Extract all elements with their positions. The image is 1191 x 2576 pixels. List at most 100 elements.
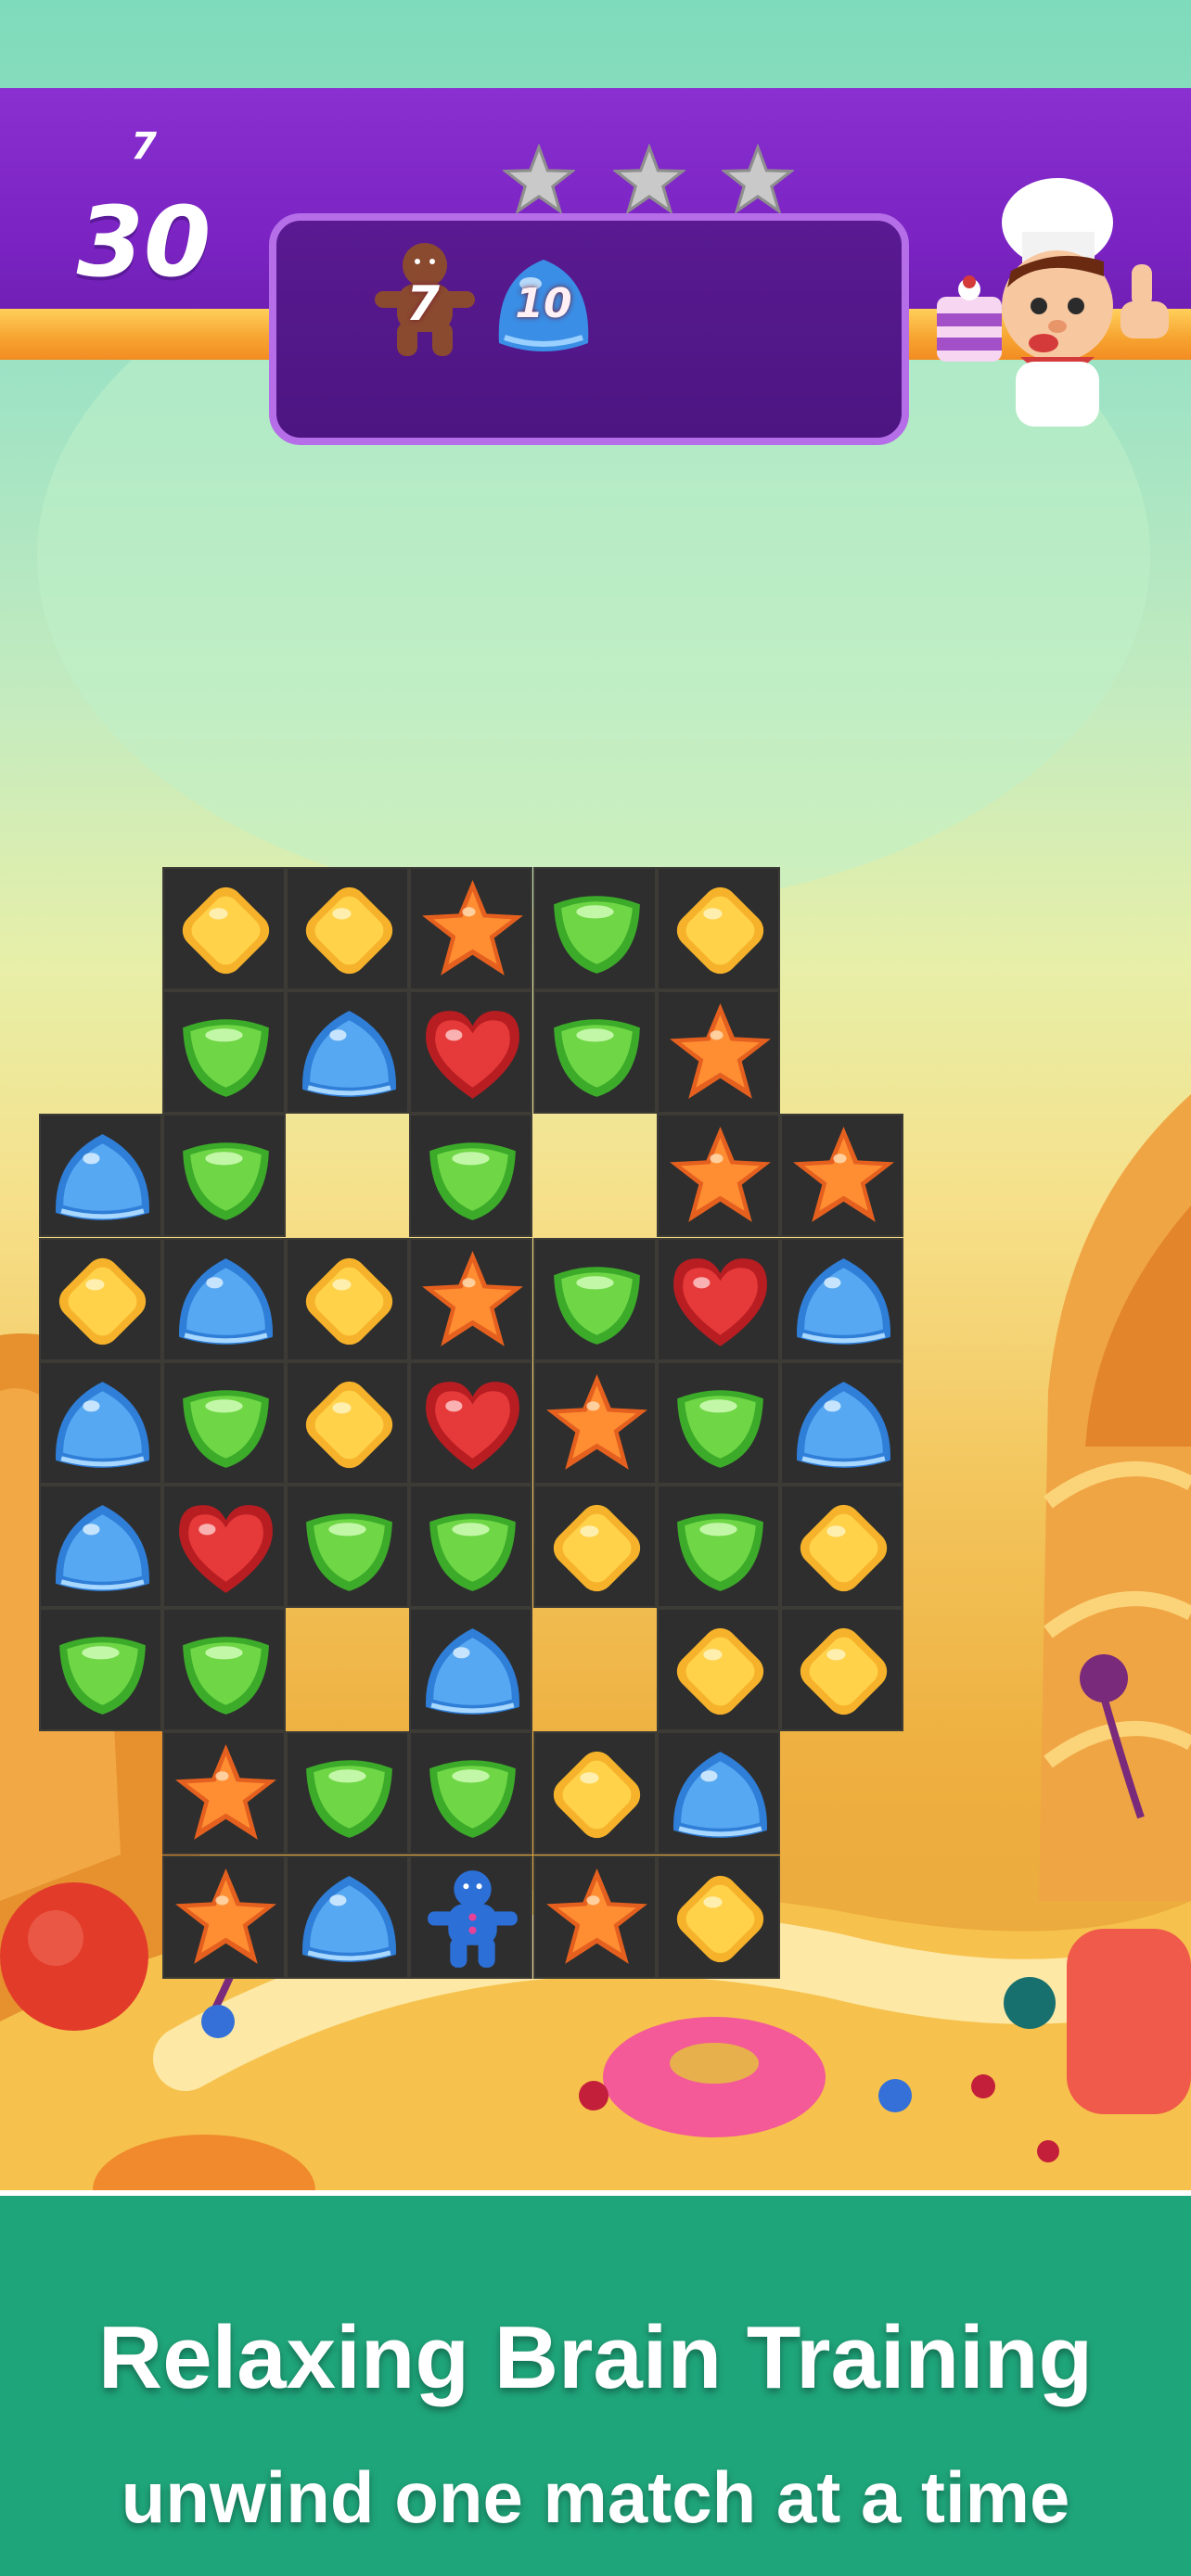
board-cell[interactable] — [533, 990, 657, 1114]
board-cell[interactable] — [657, 1731, 780, 1855]
board-cell[interactable] — [657, 1485, 780, 1608]
board-cell[interactable] — [533, 1238, 657, 1361]
green-gumdrop-candy[interactable] — [170, 1369, 282, 1481]
board-cell[interactable] — [657, 1238, 780, 1361]
board-cell[interactable] — [162, 1361, 286, 1485]
board-cell[interactable] — [162, 1608, 286, 1731]
board-cell[interactable] — [657, 867, 780, 990]
board-cell[interactable] — [780, 1361, 903, 1485]
green-gumdrop-candy[interactable] — [541, 874, 653, 987]
blue-gumdrop-candy[interactable] — [170, 1245, 282, 1358]
orange-star-candy[interactable] — [541, 1369, 653, 1481]
board-cell[interactable] — [780, 1485, 903, 1608]
board-cell[interactable] — [286, 1855, 409, 1979]
board-cell[interactable] — [162, 1485, 286, 1608]
green-gumdrop-candy[interactable] — [293, 1492, 405, 1604]
yellow-diamond-candy[interactable] — [293, 874, 405, 987]
board-cell[interactable] — [780, 1238, 903, 1361]
green-gumdrop-candy[interactable] — [664, 1492, 776, 1604]
board-cell[interactable] — [162, 1731, 286, 1855]
board-cell[interactable] — [409, 1731, 532, 1855]
board-cell[interactable] — [657, 1361, 780, 1485]
board-cell[interactable] — [409, 867, 532, 990]
yellow-diamond-candy[interactable] — [788, 1615, 900, 1728]
blue-gumdrop-candy[interactable] — [46, 1492, 159, 1604]
blue-gumdrop-candy[interactable] — [416, 1615, 529, 1728]
board-cell[interactable] — [286, 1485, 409, 1608]
board-cell[interactable] — [39, 1114, 162, 1237]
board-cell[interactable] — [162, 1238, 286, 1361]
green-gumdrop-candy[interactable] — [293, 1739, 405, 1851]
yellow-diamond-candy[interactable] — [46, 1245, 159, 1358]
board-cell[interactable] — [780, 1114, 903, 1237]
green-gumdrop-candy[interactable] — [416, 1492, 529, 1604]
yellow-diamond-candy[interactable] — [170, 874, 282, 987]
blue-gumdrop-candy[interactable] — [46, 1121, 159, 1233]
red-heart-candy[interactable] — [416, 1369, 529, 1481]
red-heart-candy[interactable] — [664, 1245, 776, 1358]
board-cell[interactable] — [409, 1608, 532, 1731]
yellow-diamond-candy[interactable] — [664, 1863, 776, 1975]
orange-star-candy[interactable] — [664, 1121, 776, 1233]
board-cell[interactable] — [780, 1608, 903, 1731]
board-cell[interactable] — [409, 1485, 532, 1608]
green-gumdrop-candy[interactable] — [541, 998, 653, 1110]
board-cell[interactable] — [533, 867, 657, 990]
board-cell[interactable] — [286, 1731, 409, 1855]
board-cell[interactable] — [533, 1731, 657, 1855]
board-cell[interactable] — [533, 1485, 657, 1608]
orange-star-candy[interactable] — [664, 998, 776, 1110]
board-cell[interactable] — [657, 1608, 780, 1731]
yellow-diamond-candy[interactable] — [293, 1245, 405, 1358]
board-cell[interactable] — [286, 1238, 409, 1361]
board-cell[interactable] — [39, 1608, 162, 1731]
green-gumdrop-candy[interactable] — [416, 1739, 529, 1851]
green-gumdrop-candy[interactable] — [416, 1121, 529, 1233]
board-cell[interactable] — [409, 1238, 532, 1361]
green-gumdrop-candy[interactable] — [170, 998, 282, 1110]
green-gumdrop-candy[interactable] — [664, 1369, 776, 1481]
board-cell[interactable] — [286, 867, 409, 990]
yellow-diamond-candy[interactable] — [541, 1739, 653, 1851]
blue-gumdrop-candy[interactable] — [293, 998, 405, 1110]
blue-gumdrop-candy[interactable] — [664, 1739, 776, 1851]
board-cell[interactable] — [286, 1361, 409, 1485]
blue-gumdrop-candy[interactable] — [46, 1369, 159, 1481]
blue-gumdrop-candy[interactable] — [788, 1245, 900, 1358]
green-gumdrop-candy[interactable] — [46, 1615, 159, 1728]
blue-gumdrop-candy[interactable] — [788, 1369, 900, 1481]
blue-gumdrop-candy[interactable] — [293, 1863, 405, 1975]
orange-star-candy[interactable] — [788, 1121, 900, 1233]
board-cell[interactable] — [533, 1361, 657, 1485]
board-cell[interactable] — [657, 990, 780, 1114]
orange-star-candy[interactable] — [541, 1863, 653, 1975]
yellow-diamond-candy[interactable] — [293, 1369, 405, 1481]
board-cell[interactable] — [409, 1855, 532, 1979]
board-cell[interactable] — [657, 1855, 780, 1979]
orange-star-candy[interactable] — [170, 1863, 282, 1975]
green-gumdrop-candy[interactable] — [170, 1121, 282, 1233]
green-gumdrop-candy[interactable] — [170, 1615, 282, 1728]
board-cell[interactable] — [162, 1114, 286, 1237]
board-cell[interactable] — [162, 990, 286, 1114]
board-cell[interactable] — [657, 1114, 780, 1237]
board-cell[interactable] — [409, 990, 532, 1114]
board-cell[interactable] — [162, 1855, 286, 1979]
board-cell[interactable] — [409, 1114, 532, 1237]
board-cell[interactable] — [39, 1361, 162, 1485]
board-cell[interactable] — [162, 867, 286, 990]
yellow-diamond-candy[interactable] — [664, 874, 776, 987]
orange-star-candy[interactable] — [416, 874, 529, 987]
red-heart-candy[interactable] — [170, 1492, 282, 1604]
board-cell[interactable] — [286, 990, 409, 1114]
board-cell[interactable] — [39, 1238, 162, 1361]
blue-gingerbread-candy[interactable] — [416, 1863, 529, 1975]
orange-star-candy[interactable] — [416, 1245, 529, 1358]
yellow-diamond-candy[interactable] — [541, 1492, 653, 1604]
yellow-diamond-candy[interactable] — [664, 1615, 776, 1728]
red-heart-candy[interactable] — [416, 998, 529, 1110]
orange-star-candy[interactable] — [170, 1739, 282, 1851]
green-gumdrop-candy[interactable] — [541, 1245, 653, 1358]
board-cell[interactable] — [409, 1361, 532, 1485]
board-cell[interactable] — [39, 1485, 162, 1608]
